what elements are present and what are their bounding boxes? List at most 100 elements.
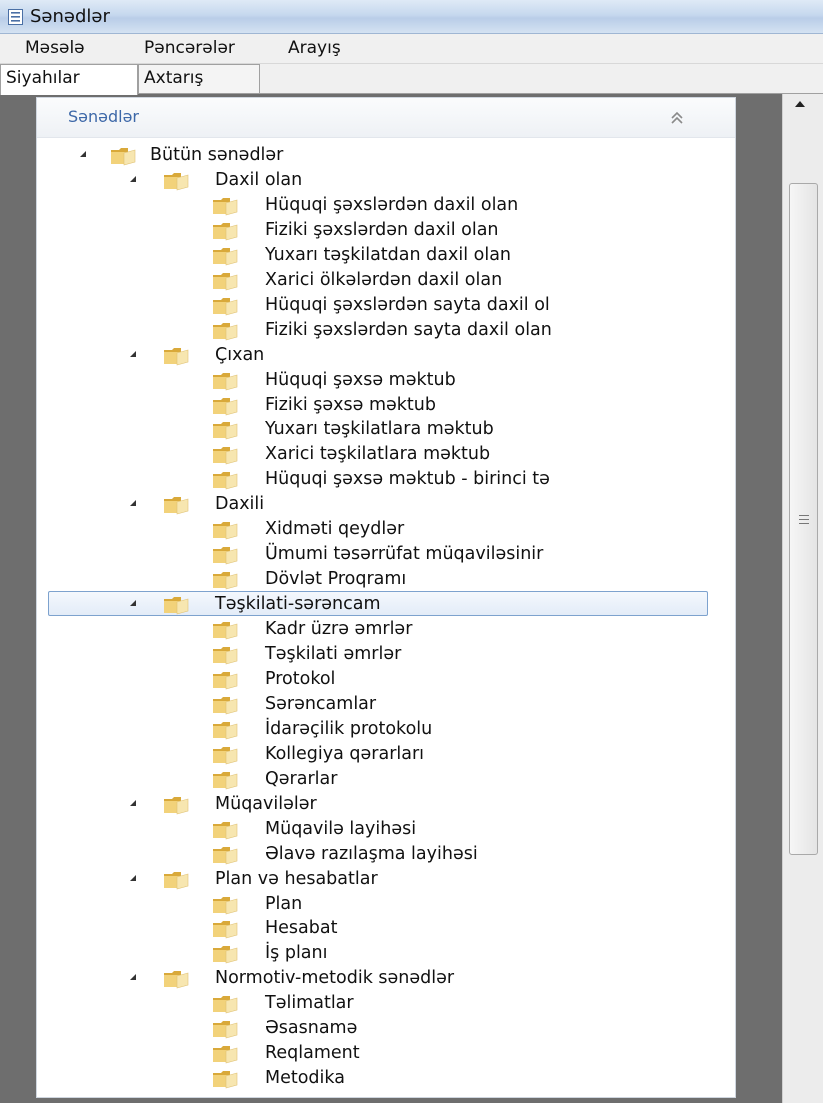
tree-leaf[interactable]: Metodika	[0, 1067, 706, 1091]
folder-icon	[164, 172, 189, 191]
tree-root[interactable]: Bütün sənədlər	[0, 144, 706, 168]
tree-leaf[interactable]: Plan	[0, 893, 706, 917]
folder-icon	[213, 821, 238, 840]
panel-header[interactable]: Sənədlər	[37, 98, 735, 138]
double-chevron-up-icon[interactable]	[668, 109, 686, 127]
menu-item-masala[interactable]: Məsələ	[25, 38, 85, 58]
folder-icon	[164, 497, 189, 515]
folder-icon	[213, 322, 238, 341]
tree-item-label: Fiziki şəxslərdən daxil olan	[265, 219, 499, 240]
folder-icon	[213, 946, 238, 964]
folder-icon	[213, 222, 238, 241]
folder-icon	[213, 1071, 238, 1089]
tree-group[interactable]: Müqavilələr	[0, 793, 706, 817]
tree-item-label: Fiziki şəxsə məktub	[265, 394, 436, 415]
tree-item-label: Kollegiya qərarları	[265, 743, 425, 764]
tree-group[interactable]: Daxil olan	[0, 169, 706, 193]
tree-leaf[interactable]: Hüquqi şəxslərdən daxil olan	[0, 194, 706, 218]
tree-item-label: Daxil olan	[215, 169, 303, 190]
tree-leaf[interactable]: Yuxarı təşkilatdan daxil olan	[0, 244, 706, 268]
tree-item-label: Protokol	[265, 668, 336, 689]
tree-leaf[interactable]: Dövlət Proqramı	[0, 568, 706, 592]
tree-item-label: Plan və hesabatlar	[215, 868, 378, 889]
expanded-arrow-icon[interactable]	[130, 500, 136, 507]
tree-group[interactable]: Daxili	[0, 493, 706, 517]
tree-item-label: Dövlət Proqramı	[265, 569, 407, 590]
folder-icon	[213, 721, 238, 740]
tree-item-label: Xarici ölkələrdən daxil olan	[265, 269, 503, 290]
expanded-arrow-icon[interactable]	[130, 175, 136, 182]
tree-leaf[interactable]: Hüquqi şəxsə məktub	[0, 369, 706, 393]
grip-line	[799, 523, 809, 524]
tree-leaf[interactable]: İş planı	[0, 942, 706, 966]
expanded-arrow-icon[interactable]	[130, 799, 136, 806]
menu-item-windows[interactable]: Pəncərələr	[144, 38, 235, 58]
window-title: Sənədlər	[30, 6, 110, 27]
tree-leaf[interactable]: Əlavə razılaşma layihəsi	[0, 843, 706, 867]
tree-leaf[interactable]: Müqavilə layihəsi	[0, 818, 706, 842]
tree-leaf[interactable]: Qərarlar	[0, 768, 706, 792]
folder-icon	[164, 597, 189, 615]
tree-leaf[interactable]: Əsasnamə	[0, 1017, 706, 1041]
tree-item-label: Ümumi təsərrüfat müqaviləsinir	[265, 544, 544, 565]
tree-leaf[interactable]: Reqlament	[0, 1042, 706, 1066]
folder-icon	[213, 422, 238, 440]
tree-leaf[interactable]: Kollegiya qərarları	[0, 743, 706, 767]
tree-leaf[interactable]: Protokol	[0, 668, 706, 692]
menu-item-help[interactable]: Arayış	[288, 38, 341, 58]
expanded-arrow-icon[interactable]	[130, 600, 136, 607]
tree-leaf[interactable]: Təşkilati əmrlər	[0, 643, 706, 667]
tree-item-label: İş planı	[265, 943, 328, 964]
tree-group[interactable]: Təşkilati-sərəncam	[0, 593, 706, 617]
tree-leaf[interactable]: Hesabat	[0, 917, 706, 941]
tree-item-label: Hüquqi şəxslərdən daxil olan	[265, 194, 519, 215]
tree-leaf[interactable]: Hüquqi şəxsə məktub - birinci tə	[0, 468, 706, 492]
expanded-arrow-icon[interactable]	[130, 874, 136, 881]
scrollbar-thumb[interactable]	[789, 183, 818, 855]
document-list-icon	[8, 9, 23, 25]
folder-icon	[213, 1021, 238, 1039]
tree-item-label: Təşkilati-sərəncam	[215, 594, 381, 615]
tree-item-label: Çıxan	[215, 344, 265, 365]
expanded-arrow-icon[interactable]	[130, 350, 136, 357]
expanded-arrow-icon[interactable]	[80, 151, 86, 157]
tree-leaf[interactable]: Xarici ölkələrdən daxil olan	[0, 269, 706, 293]
tree-item-label: Əsasnamə	[265, 1018, 358, 1039]
tree-item-label: Fiziki şəxslərdən sayta daxil olan	[265, 319, 552, 340]
tree-leaf[interactable]: Fiziki şəxslərdən daxil olan	[0, 219, 706, 243]
tree-group[interactable]: Çıxan	[0, 344, 706, 368]
folder-icon	[213, 197, 238, 216]
folder-icon	[213, 547, 238, 565]
folder-icon	[213, 447, 238, 465]
folder-icon	[213, 1046, 238, 1064]
tree-item-label: Plan	[265, 893, 303, 914]
tree-item-label: Normotiv-metodik sənədlər	[215, 968, 455, 989]
tree-leaf[interactable]: İdarəçilik protokolu	[0, 718, 706, 742]
folder-icon	[213, 896, 238, 914]
tree-leaf[interactable]: Təlimatlar	[0, 992, 706, 1016]
tree-leaf[interactable]: Yuxarı təşkilatlara məktub	[0, 418, 706, 442]
tree-item-label: Hüquqi şəxslərdən sayta daxil ol	[265, 294, 550, 315]
panel-title: Sənədlər	[68, 107, 140, 126]
tab-lists[interactable]: Siyahılar	[0, 64, 138, 95]
folder-icon	[111, 148, 136, 166]
folder-icon	[213, 522, 238, 540]
tree-leaf[interactable]: Ümumi təsərrüfat müqaviləsinir	[0, 543, 706, 567]
tree-leaf[interactable]: Sərəncamlar	[0, 693, 706, 717]
tree-leaf[interactable]: Kadr üzrə əmrlər	[0, 618, 706, 642]
tab-search[interactable]: Axtarış	[138, 64, 260, 94]
menu-bar: Məsələ Pəncərələr Arayış	[0, 34, 823, 64]
tree-leaf[interactable]: Xidməti qeydlər	[0, 518, 706, 542]
scroll-up-arrow-icon[interactable]	[790, 98, 810, 112]
expanded-arrow-icon[interactable]	[130, 974, 136, 981]
tree-group[interactable]: Plan və hesabatlar	[0, 868, 706, 892]
tree-leaf[interactable]: Fiziki şəxslərdən sayta daxil olan	[0, 319, 706, 343]
tree-group[interactable]: Normotiv-metodik sənədlər	[0, 967, 706, 991]
tree-item-label: Qərarlar	[265, 768, 338, 789]
tree-leaf[interactable]: Hüquqi şəxslərdən sayta daxil ol	[0, 294, 706, 318]
title-bar: Sənədlər	[0, 0, 823, 34]
folder-icon	[213, 921, 238, 939]
tree-leaf[interactable]: Fiziki şəxsə məktub	[0, 394, 706, 418]
tree-leaf[interactable]: Xarici təşkilatlara məktub	[0, 443, 706, 467]
tree-item-label: Hüquqi şəxsə məktub	[265, 369, 456, 390]
